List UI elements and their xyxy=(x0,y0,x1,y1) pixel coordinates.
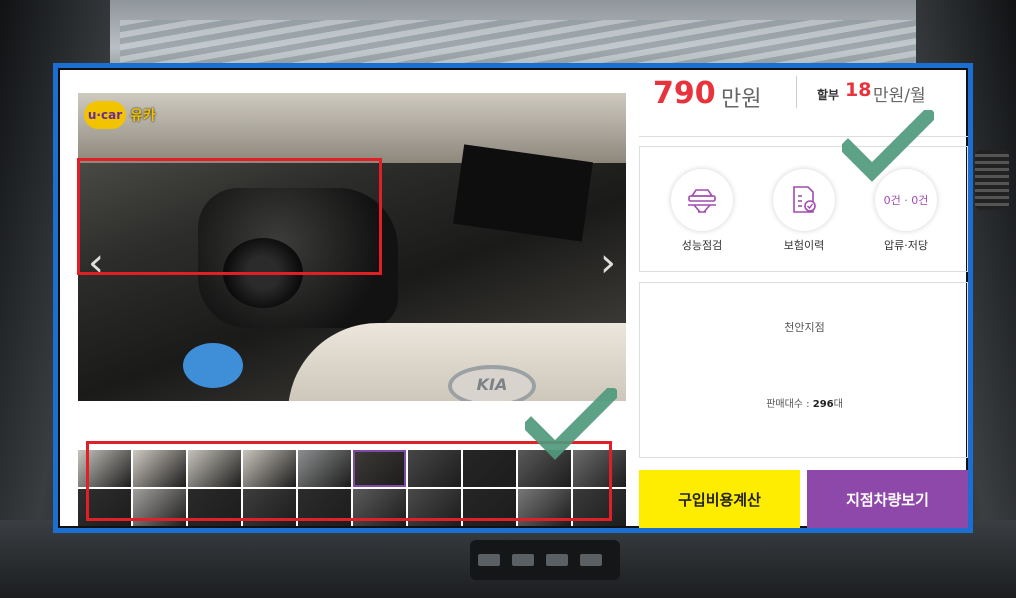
feature-label: 성능점검 xyxy=(681,239,723,252)
car-lift-icon xyxy=(671,169,733,231)
sales-count: 296 xyxy=(812,399,834,410)
sales-label: 판매대수 : xyxy=(766,399,810,410)
history-highlight-box xyxy=(77,158,382,275)
checkmark-icon xyxy=(842,110,934,182)
price-unit: 만원 xyxy=(721,87,762,112)
brand-logo: KIA xyxy=(448,365,536,401)
center-console xyxy=(470,540,620,580)
feature-label: 압류·저당 xyxy=(884,239,928,252)
installment-label: 할부 xyxy=(817,88,840,102)
installment-unit: 만원/월 xyxy=(873,86,926,106)
feature-insurance-history[interactable]: 보험이력 xyxy=(764,169,844,253)
air-vent xyxy=(975,150,1009,210)
branch-info-box: 천안지점 판매대수 : 296대 xyxy=(639,282,968,458)
next-photo-arrow-icon[interactable]: › xyxy=(600,243,616,283)
washer-fluid-cap xyxy=(183,343,243,388)
ucar-watermark: u·car 유카 xyxy=(84,101,156,129)
checkmark-icon xyxy=(525,388,617,460)
browser-frame: KIA u·car 유카 ‹ › 790 만원 할부 18 만원/월 성능점검 … xyxy=(53,63,973,533)
installment-value: 18 xyxy=(845,79,872,101)
view-branch-cars-button[interactable]: 지점차량보기 xyxy=(807,470,968,528)
branch-name: 천안지점 xyxy=(784,321,825,334)
price-value: 790 xyxy=(653,76,716,111)
price-divider xyxy=(796,76,797,108)
sales-unit: 대 xyxy=(833,399,843,410)
feature-performance-check[interactable]: 성능점검 xyxy=(662,169,742,253)
feature-label: 보험이력 xyxy=(783,239,825,252)
battery xyxy=(453,144,593,242)
purchase-cost-calculator-button[interactable]: 구입비용계산 xyxy=(639,470,800,528)
insurance-document-icon xyxy=(773,169,835,231)
ucar-logo: u·car xyxy=(84,101,126,129)
engine-hood xyxy=(78,93,626,163)
sales-count-text: 판매대수 : 296대 xyxy=(640,395,968,410)
ucar-label: 유카 xyxy=(130,108,156,124)
